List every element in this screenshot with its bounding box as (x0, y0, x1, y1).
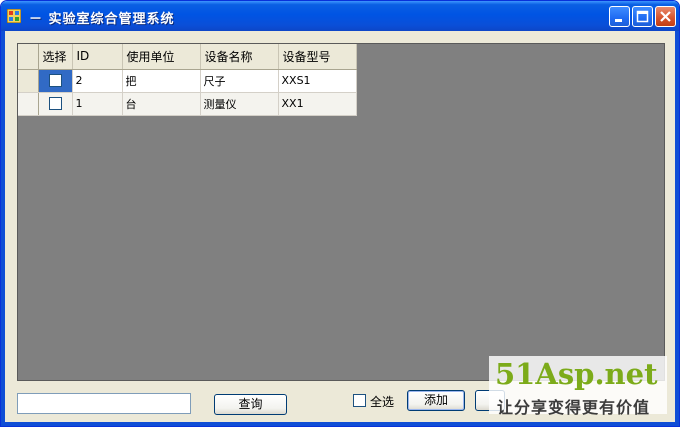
maximize-button[interactable] (632, 6, 653, 27)
minimize-icon (615, 19, 622, 22)
cell-unit[interactable]: 把 (122, 69, 201, 93)
column-header-unit[interactable]: 使用单位 (122, 44, 201, 70)
table-row[interactable]: 2 把 尺子 XXS1 (18, 69, 357, 93)
main-window: － 实验室综合管理系统 选择 ID 使用单位 设备名称 设备型号 2 把 尺子 … (0, 0, 680, 427)
cell-model[interactable]: XX1 (278, 92, 357, 116)
table-row[interactable]: 1 台 测量仪 XX1 (18, 92, 357, 116)
cell-id[interactable]: 2 (72, 69, 123, 93)
query-button[interactable]: 查询 (214, 394, 287, 415)
window-border-right (675, 31, 679, 426)
cell-name[interactable]: 测量仪 (200, 92, 279, 116)
column-header-name[interactable]: 设备名称 (200, 44, 279, 70)
column-header-model[interactable]: 设备型号 (278, 44, 357, 70)
select-all-label: 全选 (370, 395, 395, 409)
column-header-select[interactable]: 选择 (38, 44, 73, 70)
window-border-left (1, 31, 5, 426)
watermark-brand: 51Asp.net (495, 357, 658, 391)
close-button[interactable] (655, 6, 676, 27)
cell-name[interactable]: 尺子 (200, 69, 279, 93)
window-border-bottom (1, 422, 679, 426)
grid-header-row: 选择 ID 使用单位 设备名称 设备型号 (18, 44, 357, 70)
row-header[interactable] (18, 69, 39, 93)
row-header[interactable] (18, 92, 39, 116)
add-button[interactable]: 添加 (407, 390, 465, 411)
title-bar[interactable]: － 实验室综合管理系统 (1, 1, 679, 31)
cell-unit[interactable]: 台 (122, 92, 201, 116)
corner-header[interactable] (18, 44, 39, 70)
column-header-id[interactable]: ID (72, 44, 123, 70)
maximize-icon (636, 10, 649, 23)
watermark-slogan: 让分享变得更有价值 (497, 398, 651, 417)
search-input[interactable] (17, 393, 191, 414)
window-title: － 实验室综合管理系统 (29, 12, 175, 27)
equipment-grid[interactable]: 选择 ID 使用单位 设备名称 设备型号 2 把 尺子 XXS1 1 台 测量仪… (17, 43, 665, 381)
select-all-box[interactable] (353, 394, 366, 407)
cell-model[interactable]: XXS1 (278, 69, 357, 93)
row-checkbox[interactable] (48, 74, 62, 88)
minimize-button[interactable] (609, 6, 630, 27)
row-select-cell[interactable] (38, 69, 73, 93)
app-icon (6, 8, 22, 24)
close-icon (660, 11, 671, 22)
row-checkbox[interactable] (48, 97, 62, 111)
watermark: 51Asp.net 让分享变得更有价值 (489, 356, 667, 417)
cell-id[interactable]: 1 (72, 92, 123, 116)
row-select-cell[interactable] (38, 92, 73, 116)
